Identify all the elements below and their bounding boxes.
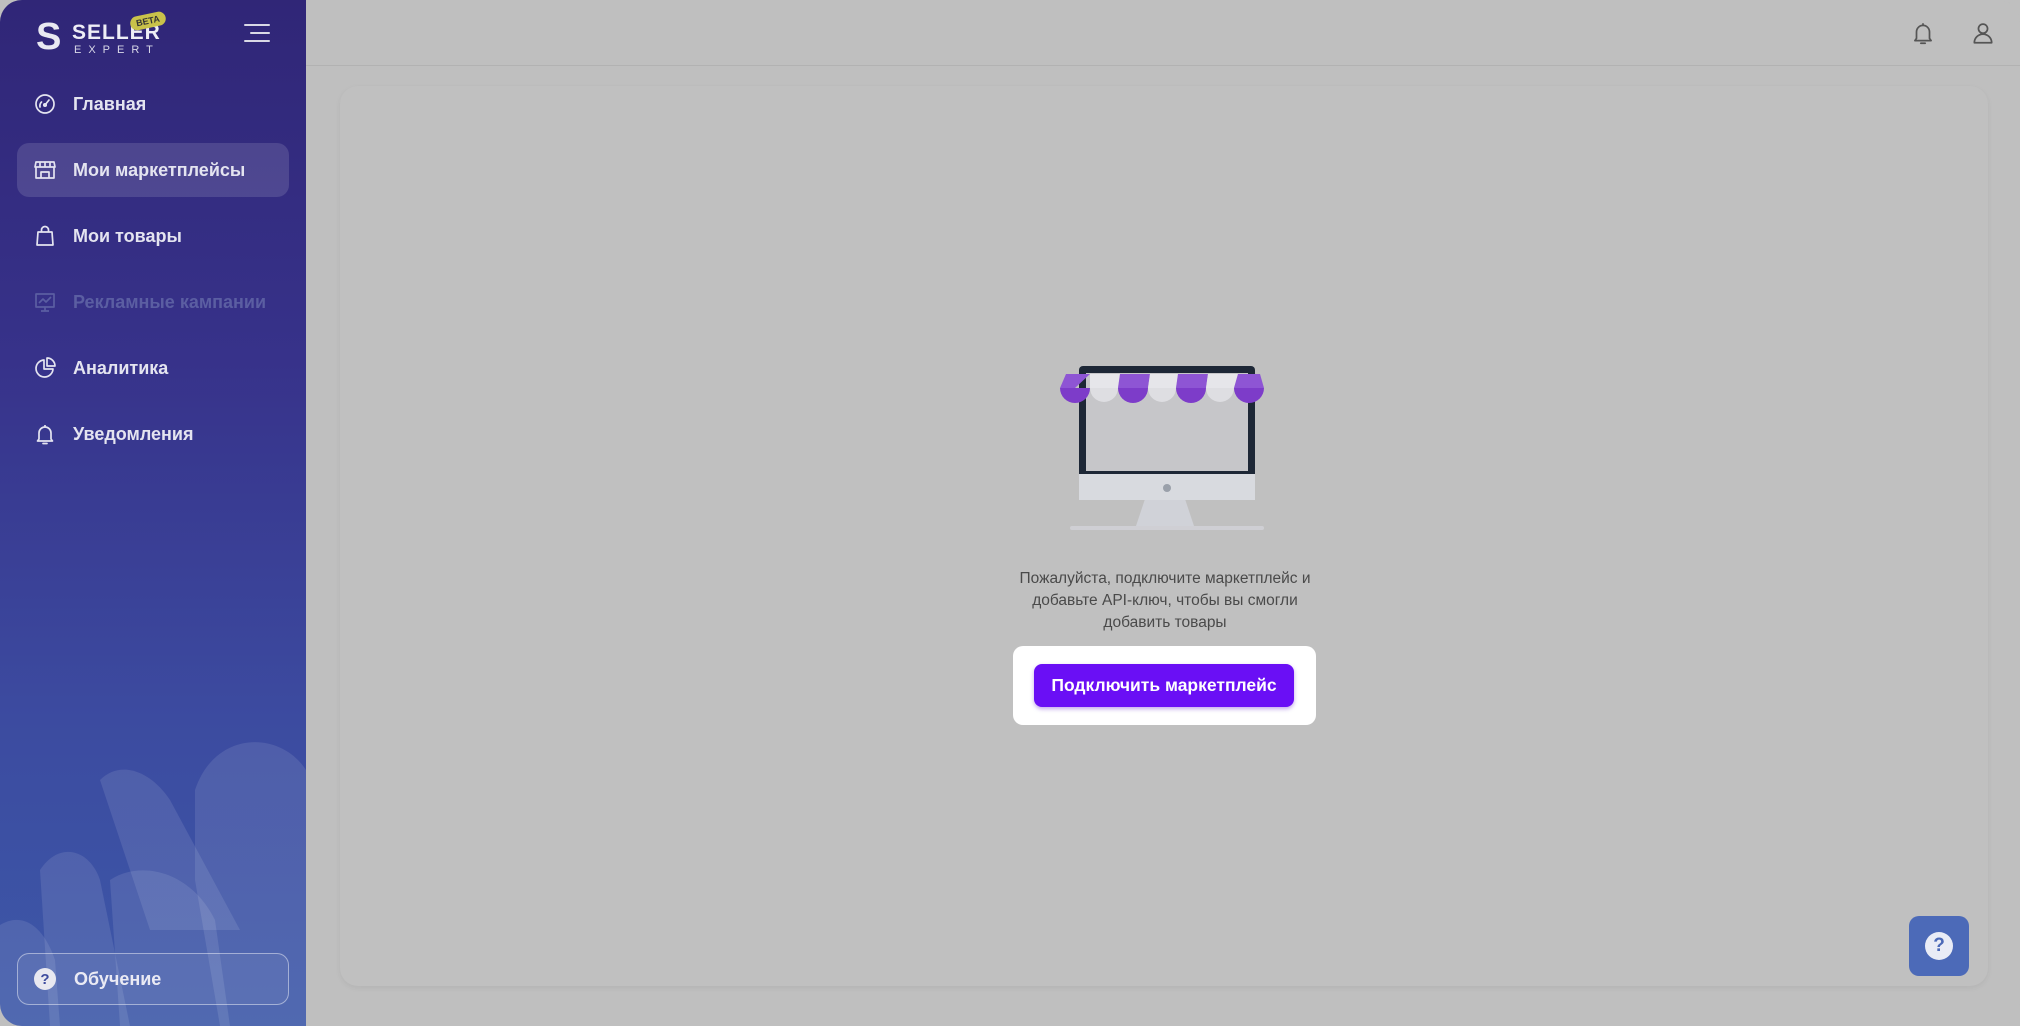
logo-s-icon: S (36, 16, 62, 58)
sidebar-item-home[interactable]: Главная (17, 77, 289, 131)
app-window: S SELLER EXPERT BETA Главная Мои маркетп… (0, 0, 2020, 1026)
storefront-monitor-illustration (1060, 366, 1264, 530)
sidebar-item-label: Аналитика (73, 357, 169, 378)
sidebar-item-notifications[interactable]: Уведомления (17, 407, 289, 461)
sidebar-item-products[interactable]: Мои товары (17, 209, 289, 263)
sidebar-item-label: Главная (73, 93, 147, 114)
question-icon: ? (34, 968, 56, 990)
store-icon (33, 158, 57, 182)
sidebar-item-ad-campaigns: Рекламные кампании (17, 275, 289, 329)
presentation-chart-icon (33, 290, 57, 314)
bell-icon[interactable] (1910, 20, 1936, 46)
main-content-card (340, 86, 1988, 986)
cta-highlight: Подключить маркетплейс (1013, 646, 1316, 725)
user-icon[interactable] (1970, 20, 1996, 46)
dashboard-gauge-icon (33, 92, 57, 116)
sidebar-item-label: Уведомления (73, 423, 194, 444)
sidebar-item-label: Мои маркетплейсы (73, 159, 246, 180)
menu-toggle-icon[interactable] (242, 22, 270, 44)
sidebar-item-label: Мои товары (73, 225, 182, 246)
brand-sub: EXPERT (74, 44, 160, 56)
sidebar: S SELLER EXPERT BETA Главная Мои маркетп… (0, 0, 306, 1026)
connect-marketplace-button[interactable]: Подключить маркетплейс (1034, 664, 1294, 707)
sidebar-item-marketplaces[interactable]: Мои маркетплейсы (17, 143, 289, 197)
empty-state-message: Пожалуйста, подключите маркетплейс и доб… (1019, 570, 1311, 631)
sidebar-nav: Главная Мои маркетплейсы Мои товары Рекл… (17, 77, 289, 473)
pie-chart-icon (33, 356, 57, 380)
topbar (306, 0, 2020, 66)
shopping-bag-icon (33, 224, 57, 248)
sidebar-item-label: Рекламные кампании (73, 291, 267, 312)
help-button[interactable]: ? (1909, 916, 1969, 976)
sidebar-item-analytics[interactable]: Аналитика (17, 341, 289, 395)
learning-button[interactable]: ? Обучение (17, 953, 289, 1005)
question-icon: ? (1925, 932, 1953, 960)
bell-icon (33, 422, 57, 446)
learning-label: Обучение (74, 968, 162, 989)
brand-logo[interactable]: S SELLER EXPERT BETA (36, 10, 196, 58)
